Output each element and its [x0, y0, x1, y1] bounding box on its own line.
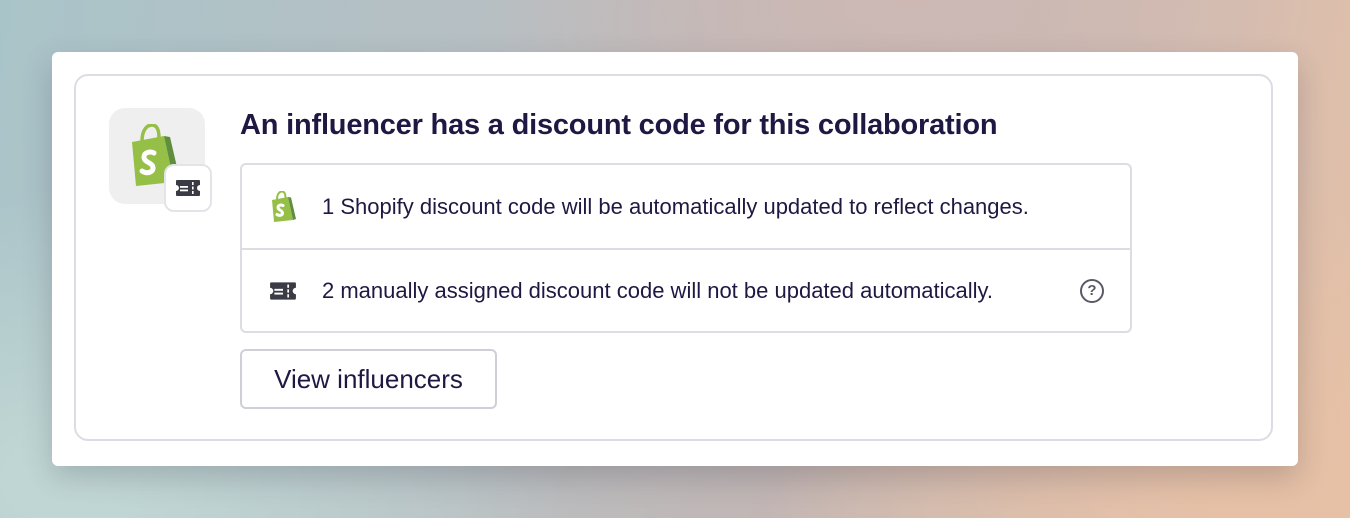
discount-code-card: An influencer has a discount code for th…: [52, 52, 1298, 466]
card-title: An influencer has a discount code for th…: [240, 109, 998, 141]
discount-ticket-badge: [164, 164, 212, 212]
info-row-text: 2 manually assigned discount code will n…: [322, 277, 993, 303]
info-row-text: 1 Shopify discount code will be automati…: [322, 193, 1029, 219]
discount-ticket-icon: [267, 275, 299, 307]
shopify-bag-icon: [267, 190, 299, 223]
view-influencers-button[interactable]: View influencers: [240, 349, 497, 409]
info-row-manual: 2 manually assigned discount code will n…: [242, 248, 1130, 331]
help-circle-icon[interactable]: ?: [1080, 278, 1104, 303]
discount-ticket-icon: [176, 180, 200, 196]
discount-info-box: 1 Shopify discount code will be automati…: [240, 163, 1132, 333]
info-row-shopify: 1 Shopify discount code will be automati…: [242, 165, 1130, 248]
card-inner-panel: An influencer has a discount code for th…: [74, 74, 1273, 441]
